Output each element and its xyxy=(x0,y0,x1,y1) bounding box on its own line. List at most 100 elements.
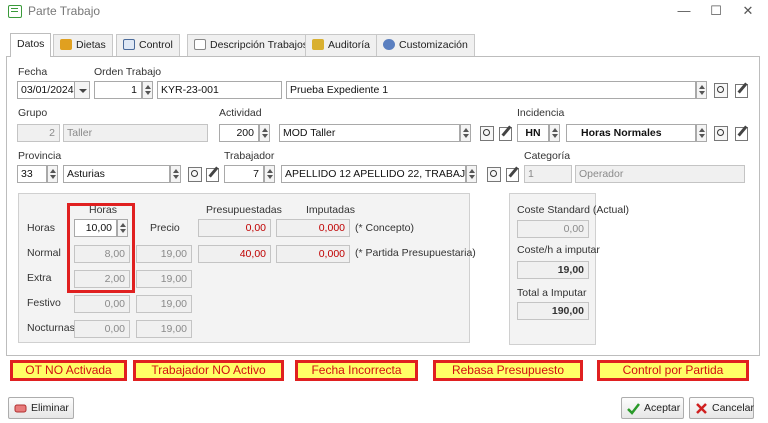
orden-edit-icon[interactable] xyxy=(734,82,750,98)
extra-label: Extra xyxy=(27,272,52,284)
cancelar-button[interactable]: Cancelar xyxy=(689,397,754,419)
festivo-label: Festivo xyxy=(27,297,61,309)
orden-spinner[interactable] xyxy=(142,81,153,99)
orden-label: Orden Trabajo xyxy=(94,66,162,78)
warning-trabajador-no-activo: Trabajador NO Activo xyxy=(133,360,284,381)
actividad-spinner[interactable] xyxy=(259,124,270,142)
provincia-desc-input[interactable]: Asturias xyxy=(63,165,170,183)
actividad-label: Actividad xyxy=(219,107,262,119)
provincia-num-input[interactable]: 33 xyxy=(17,165,47,183)
festivo-horas: 0,00 xyxy=(74,295,130,313)
fecha-dropdown[interactable] xyxy=(74,81,90,99)
warning-rebasa-presupuesto: Rebasa Presupuesto xyxy=(433,360,583,381)
incidencia-edit-icon[interactable] xyxy=(734,125,750,141)
tab-datos[interactable]: Datos xyxy=(10,33,52,57)
actividad-desc-input[interactable]: MOD Taller xyxy=(279,124,460,142)
actividad-desc-spinner[interactable] xyxy=(460,124,471,142)
warning-control-partida: Control por Partida xyxy=(597,360,749,381)
incidencia-search-icon[interactable] xyxy=(712,125,728,141)
tab-control[interactable]: Control xyxy=(116,34,180,56)
actividad-num-input[interactable]: 200 xyxy=(219,124,259,142)
tab-customizacion[interactable]: Customización xyxy=(376,34,475,56)
window-title: Parte Trabajo xyxy=(28,4,101,18)
trabajador-label: Trabajador xyxy=(224,150,275,162)
categoria-num-field: 1 xyxy=(524,165,572,183)
tab-auditoria[interactable]: Auditoría xyxy=(305,34,378,56)
tab-dietas[interactable]: Dietas xyxy=(53,34,113,56)
actividad-search-icon[interactable] xyxy=(478,125,494,141)
orden-desc-spinner[interactable] xyxy=(696,81,707,99)
normal-precio: 19,00 xyxy=(136,245,192,263)
minimize-button[interactable]: — xyxy=(672,2,696,20)
dietas-icon xyxy=(60,39,72,50)
provincia-desc-spinner[interactable] xyxy=(170,165,181,183)
precio-label: Precio xyxy=(150,222,180,234)
tab-strip: Datos Dietas Control Descripción Trabajo… xyxy=(6,33,766,57)
lock-icon xyxy=(312,39,324,50)
nocturnas-precio: 19,00 xyxy=(136,320,192,338)
incidencia-desc-input[interactable]: Horas Normales xyxy=(566,124,696,142)
presupuestadas-horas: 0,00 xyxy=(198,219,271,237)
warning-fecha-incorrecta: Fecha Incorrecta xyxy=(295,360,418,381)
fecha-input[interactable]: 03/01/2024 xyxy=(17,81,75,99)
coste-std-label: Coste Standard (Actual) xyxy=(517,204,630,216)
cancel-x-icon xyxy=(696,403,707,414)
document-icon xyxy=(194,39,206,50)
actividad-edit-icon[interactable] xyxy=(498,125,514,141)
close-button[interactable]: ✕ xyxy=(736,2,760,20)
orden-desc-input[interactable]: Prueba Expediente 1 xyxy=(286,81,696,99)
trabajador-desc-spinner[interactable] xyxy=(466,165,477,183)
trabajador-desc-input[interactable]: APELLIDO 12 APELLIDO 22, TRABAJADOR 2 xyxy=(281,165,466,183)
check-icon xyxy=(627,403,640,415)
orden-search-icon[interactable] xyxy=(712,82,728,98)
nocturnas-label: Nocturnas xyxy=(27,322,75,334)
coste-std-field: 0,00 xyxy=(517,220,589,238)
title-bar xyxy=(0,0,768,24)
incidencia-code-input[interactable]: HN xyxy=(517,124,549,142)
maximize-button[interactable]: ☐ xyxy=(704,2,728,20)
horas-highlight-box xyxy=(67,203,135,293)
normal-label: Normal xyxy=(27,247,61,259)
coste-h-field: 19,00 xyxy=(517,261,589,279)
imputadas-horas: 0,000 xyxy=(276,219,350,237)
incidencia-spinner[interactable] xyxy=(549,124,560,142)
extra-precio: 19,00 xyxy=(136,270,192,288)
control-icon xyxy=(123,39,135,50)
provincia-search-icon[interactable] xyxy=(186,166,202,182)
provincia-label: Provincia xyxy=(18,150,62,162)
user-icon xyxy=(383,39,395,50)
orden-code-input[interactable]: KYR-23-001 xyxy=(157,81,282,99)
warning-ot-no-activada: OT NO Activada xyxy=(10,360,127,381)
grupo-label: Grupo xyxy=(18,107,48,119)
fecha-label: Fecha xyxy=(18,66,48,78)
grupo-desc-field: Taller xyxy=(63,124,208,142)
categoria-label: Categoría xyxy=(524,150,571,162)
imputadas-normal: 0,000 xyxy=(276,245,350,263)
trabajador-search-icon[interactable] xyxy=(485,166,501,182)
provincia-spinner[interactable] xyxy=(47,165,58,183)
delete-icon xyxy=(14,404,27,413)
tab-descripcion[interactable]: Descripción Trabajos xyxy=(187,34,316,56)
trabajador-spinner[interactable] xyxy=(264,165,275,183)
total-label: Total a Imputar xyxy=(517,287,587,299)
horas-row-label: Horas xyxy=(27,222,56,234)
incidencia-desc-spinner[interactable] xyxy=(696,124,707,142)
presupuestadas-normal: 40,00 xyxy=(198,245,271,263)
coste-h-label: Coste/h a imputar xyxy=(517,244,600,256)
app-icon xyxy=(8,5,22,18)
aceptar-button[interactable]: Aceptar xyxy=(621,397,684,419)
presupuestadas-label: Presupuestadas xyxy=(206,204,282,216)
imputadas-label: Imputadas xyxy=(306,204,356,216)
categoria-desc-field: Operador xyxy=(575,165,745,183)
trabajador-num-input[interactable]: 7 xyxy=(224,165,264,183)
provincia-edit-icon[interactable] xyxy=(205,166,221,182)
total-field: 190,00 xyxy=(517,302,589,320)
orden-num-input[interactable]: 1 xyxy=(94,81,142,99)
trabajador-edit-icon[interactable] xyxy=(505,166,521,182)
concepto-note: (* Concepto) xyxy=(355,222,414,234)
nocturnas-horas: 0,00 xyxy=(74,320,130,338)
eliminar-button[interactable]: Eliminar xyxy=(8,397,74,419)
festivo-precio: 19,00 xyxy=(136,295,192,313)
incidencia-label: Incidencia xyxy=(517,107,565,119)
grupo-num-field: 2 xyxy=(17,124,60,142)
